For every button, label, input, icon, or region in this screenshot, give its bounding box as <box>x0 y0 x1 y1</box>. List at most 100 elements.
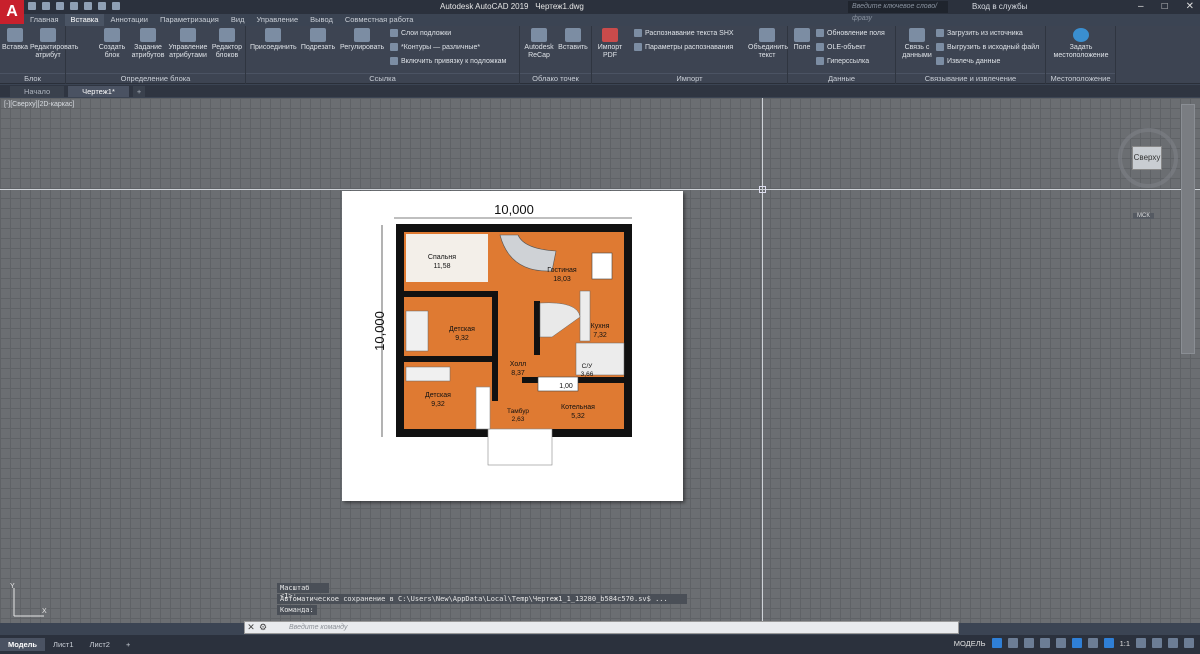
underlay-layers-button[interactable]: Слои подложки <box>390 29 451 37</box>
block-editor-button[interactable]: Редактор блоков <box>210 28 244 60</box>
minimize-icon[interactable]: – <box>1138 1 1144 12</box>
set-location-button[interactable]: Задать местоположение <box>1050 28 1112 60</box>
add-layout-button[interactable]: + <box>118 638 138 651</box>
polar-icon[interactable] <box>1039 638 1050 648</box>
command-line[interactable]: ✕ ⚙ Введите команду <box>244 621 959 634</box>
new-icon[interactable] <box>28 2 36 10</box>
tab-annotate[interactable]: Аннотации <box>104 14 154 26</box>
tab-layout2[interactable]: Лист2 <box>82 638 118 651</box>
close-icon[interactable]: ✕ <box>1186 1 1194 12</box>
group-label: Местоположение <box>1046 73 1115 83</box>
snap-underlay-toggle[interactable]: Включить привязку к подложкам <box>390 57 506 65</box>
wrench-icon[interactable]: ⚙ <box>257 622 269 633</box>
fullscreen-icon[interactable] <box>1168 638 1178 648</box>
group-reference: Присоединить Подрезать Регулировать Слои… <box>246 26 520 84</box>
tab-manage[interactable]: Управление <box>250 14 304 26</box>
new-tab-button[interactable]: + <box>132 86 146 97</box>
field-button[interactable]: Поле <box>790 28 814 52</box>
app-menu-button[interactable]: A <box>0 0 24 24</box>
search-input[interactable]: Введите ключевое слово/фразу <box>848 1 948 22</box>
edit-attribute-button[interactable]: Редактировать атрибут <box>30 28 78 60</box>
viewcube[interactable]: Сверху <box>1118 128 1178 196</box>
tab-parametric[interactable]: Параметризация <box>154 14 225 26</box>
room-name: Тамбур <box>507 407 529 415</box>
annotation-icon[interactable] <box>1103 638 1114 648</box>
window-title: Autodesk AutoCAD 2019 Чертеж1.dwg <box>440 2 584 11</box>
room-name: С/У <box>582 363 594 370</box>
undo-icon[interactable] <box>98 2 106 10</box>
maximize-icon[interactable]: □ <box>1162 1 1168 12</box>
room-name: Детская <box>449 326 475 333</box>
plus-icon[interactable] <box>1152 638 1162 648</box>
download-source-button[interactable]: Загрузить из источника <box>936 29 1023 37</box>
manage-attributes-button[interactable]: Управление атрибутами <box>168 28 208 60</box>
tab-home[interactable]: Главная <box>24 14 65 26</box>
crosshair-vertical <box>762 98 763 623</box>
grid-icon[interactable] <box>991 638 1002 648</box>
ortho-icon[interactable] <box>1023 638 1034 648</box>
ole-object-button[interactable]: OLE-объект <box>816 43 866 51</box>
command-input[interactable]: Введите команду <box>289 624 347 631</box>
update-fields-button[interactable]: Обновление поля <box>816 29 885 37</box>
tab-layout1[interactable]: Лист1 <box>45 638 81 651</box>
data-link-button[interactable]: Связь с данными <box>898 28 936 60</box>
tab-view[interactable]: Вид <box>225 14 251 26</box>
redo-icon[interactable] <box>112 2 120 10</box>
extract-data-button[interactable]: Извлечь данные <box>936 57 1000 65</box>
osnap-icon[interactable] <box>1071 638 1082 648</box>
tab-model[interactable]: Модель <box>0 638 46 651</box>
signin-button[interactable]: Вход в службы <box>972 2 1027 11</box>
snap-icon[interactable] <box>1007 638 1018 648</box>
saveas-icon[interactable] <box>70 2 78 10</box>
group-point-cloud: Autodesk ReCap Вставить Облако точек <box>520 26 592 84</box>
scale-dropdown[interactable]: 1:1 <box>1120 639 1130 648</box>
clip-button[interactable]: Подрезать <box>298 28 338 52</box>
model-space-button[interactable]: МОДЕЛЬ <box>954 639 986 648</box>
insert-button[interactable]: Вставка <box>2 28 28 52</box>
raster-image[interactable]: 10,000 10,000 Спальня 11,58 Гостиная 18,… <box>342 191 683 501</box>
attach-icon <box>265 28 281 42</box>
open-icon[interactable] <box>42 2 50 10</box>
cloud-insert-button[interactable]: Вставить <box>556 28 590 52</box>
frames-dropdown[interactable]: *Контуры — различные* <box>390 43 480 51</box>
tab-insert[interactable]: Вставка <box>64 14 105 26</box>
print-icon[interactable] <box>84 2 92 10</box>
adjust-button[interactable]: Регулировать <box>340 28 384 52</box>
hyperlink-button[interactable]: Гиперссылка <box>816 57 869 65</box>
define-attributes-button[interactable]: Задание атрибутов <box>130 28 166 60</box>
attach-button[interactable]: Присоединить <box>250 28 297 52</box>
drawing-canvas[interactable]: [-][Сверху][2D-каркас] 10,000 10,000 Спа… <box>0 98 1200 623</box>
room-area: 7,32 <box>593 332 607 339</box>
room-name: Гостиная <box>547 267 577 274</box>
tab-drawing1[interactable]: Чертеж1* <box>68 86 129 97</box>
room-area: 3,66 <box>581 371 594 378</box>
update-icon <box>816 29 824 37</box>
combine-text-button[interactable]: Объединить текст <box>748 28 788 60</box>
tab-collaborate[interactable]: Совместная работа <box>339 14 420 26</box>
save-icon[interactable] <box>56 2 64 10</box>
recognition-settings-button[interactable]: Параметры распознавания <box>634 43 733 51</box>
import-pdf-button[interactable]: Импорт PDF <box>594 28 626 60</box>
viewport-label[interactable]: [-][Сверху][2D-каркас] <box>4 101 74 108</box>
room-name: Детская <box>425 392 451 399</box>
create-block-button[interactable]: Создать блок <box>96 28 128 60</box>
gear-icon[interactable] <box>1136 638 1146 648</box>
isodraft-icon[interactable] <box>1055 638 1066 648</box>
wcs-dropdown[interactable]: МСК <box>1133 213 1154 219</box>
tab-output[interactable]: Вывод <box>304 14 339 26</box>
hyperlink-icon <box>816 57 824 65</box>
close-icon[interactable]: ✕ <box>245 622 257 633</box>
lineweight-icon[interactable] <box>1087 638 1098 648</box>
room-name: Холл <box>510 361 527 368</box>
recap-button[interactable]: Autodesk ReCap <box>522 28 556 60</box>
globe-icon <box>1073 28 1089 42</box>
tab-start[interactable]: Начало <box>10 86 65 97</box>
navigation-bar[interactable] <box>1181 104 1195 354</box>
data-link-icon <box>909 28 925 42</box>
shx-recognition-button[interactable]: Распознавание текста SHX <box>634 29 734 37</box>
menu-icon[interactable] <box>1184 638 1194 648</box>
upload-source-button[interactable]: Выгрузить в исходный файл <box>936 43 1039 51</box>
history-line: Масштаб <1>: <box>277 583 329 600</box>
viewcube-top-face[interactable]: Сверху <box>1132 146 1162 170</box>
group-link-extract: Связь с данными Загрузить из источника В… <box>896 26 1046 84</box>
